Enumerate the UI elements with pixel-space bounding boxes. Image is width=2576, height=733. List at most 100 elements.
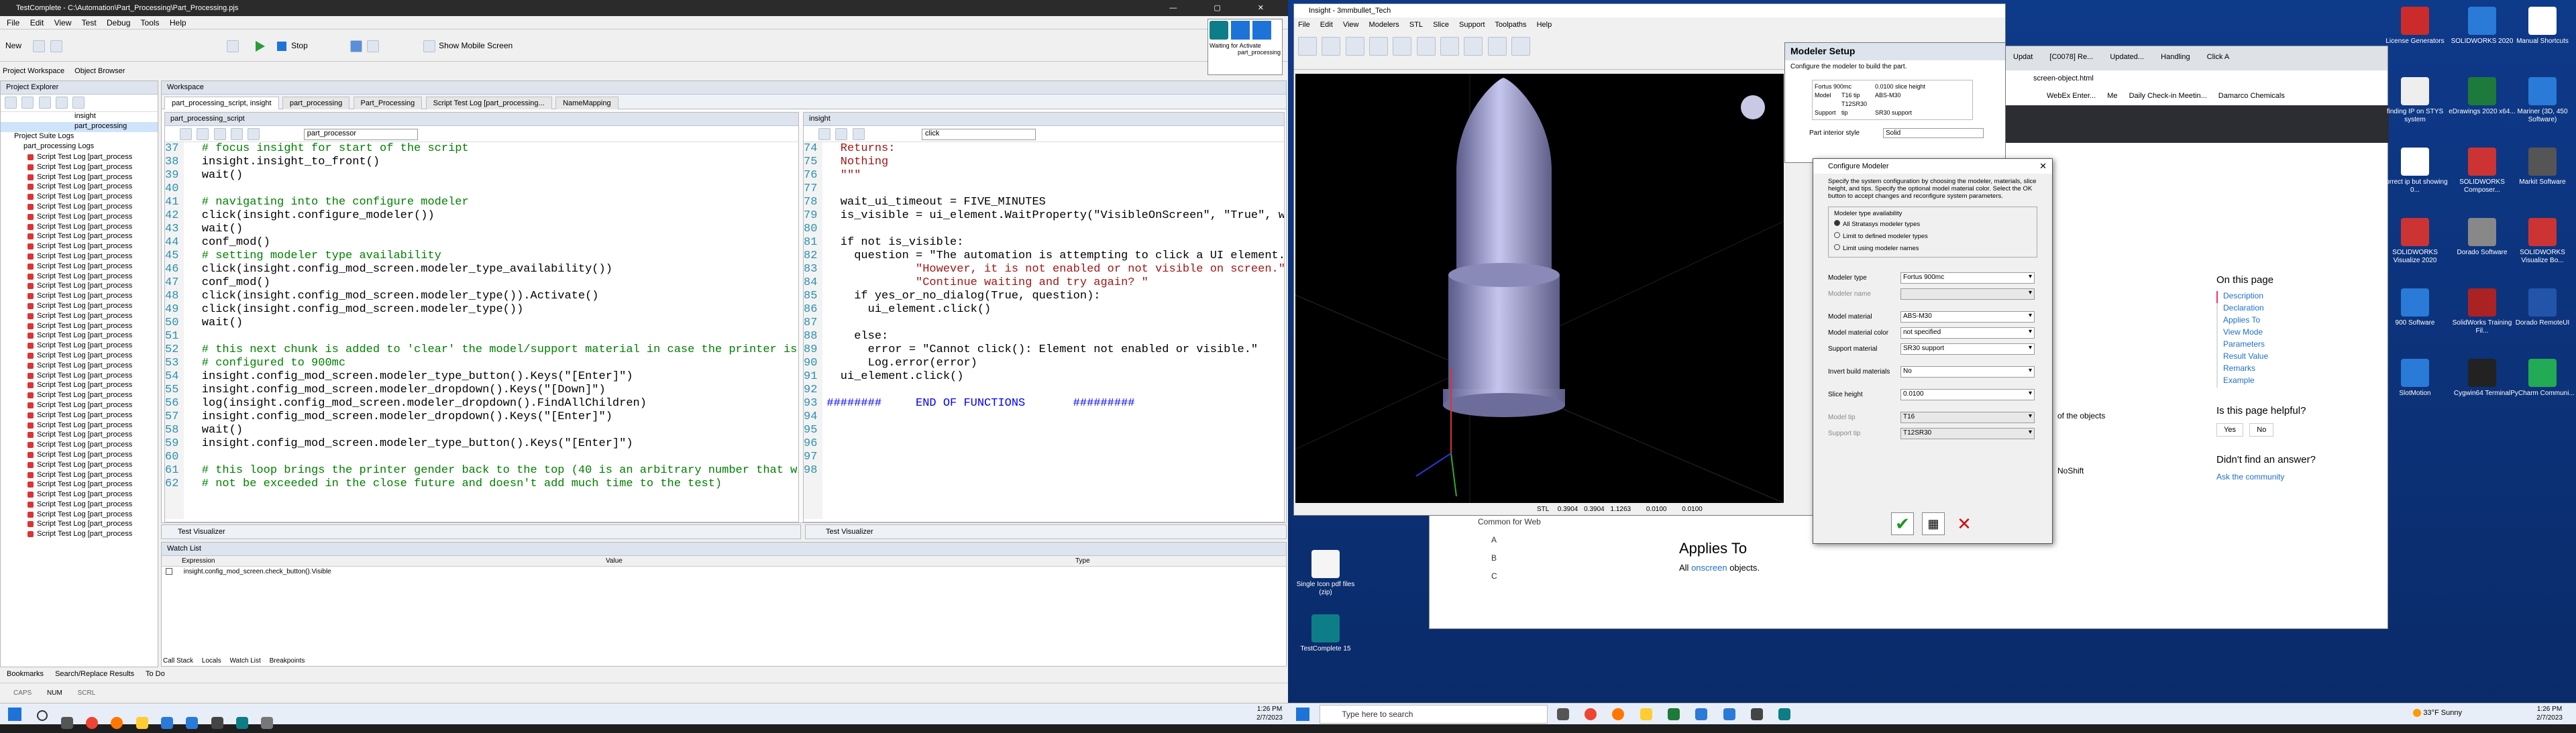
code-line[interactable] (826, 464, 1284, 477)
run-icon[interactable] (256, 40, 266, 52)
log-item[interactable]: Script Test Log [part_process (1, 212, 158, 222)
tab-watch-list[interactable]: Watch List (229, 657, 260, 665)
code-line[interactable]: insight.insight_to_front() (188, 156, 798, 169)
code-line[interactable]: """ (826, 169, 1284, 182)
toc-link[interactable]: Remarks (2216, 363, 2351, 376)
desktop-icon[interactable]: finding IP on STYS system (2381, 77, 2449, 124)
field-dropdown[interactable]: not specified (1900, 327, 2035, 339)
code-line[interactable] (826, 182, 1284, 196)
tool-icon[interactable] (197, 128, 209, 140)
doc-tab[interactable]: part_processing_script, insight (164, 97, 279, 109)
code-line[interactable]: wait() (188, 223, 798, 236)
code-line[interactable]: insight.config_mod_screen.modeler_type_b… (188, 437, 798, 451)
stop-icon[interactable] (1252, 21, 1271, 40)
log-item[interactable]: Script Test Log [part_process (1, 440, 158, 450)
code-line[interactable]: insight.config_mod_screen.modeler_dropdo… (188, 410, 798, 424)
tab-call-stack[interactable]: Call Stack (163, 657, 193, 665)
log-item[interactable]: Script Test Log [part_process (1, 162, 158, 172)
code-line[interactable]: "However, it is not enabled or not visib… (826, 263, 1284, 276)
code-line[interactable]: error = "Cannot click(): Element not ena… (826, 343, 1284, 357)
toc-link[interactable]: Parameters (2216, 339, 2351, 351)
routine-dropdown[interactable]: part_processor (303, 128, 418, 140)
log-item[interactable]: Script Test Log [part_process (1, 400, 158, 410)
code-line[interactable]: click(insight.configure_modeler()) (188, 209, 798, 223)
log-item[interactable]: Script Test Log [part_process (1, 172, 158, 182)
code-line[interactable] (826, 410, 1284, 424)
menu-help[interactable]: Help (170, 18, 186, 27)
log-item[interactable]: Script Test Log [part_process (1, 519, 158, 529)
preview-button[interactable]: ▦ (1922, 512, 1945, 535)
code-line[interactable]: # this loop brings the printer gender ba… (188, 464, 798, 477)
app-icon[interactable] (1723, 708, 1735, 720)
side-nav-item[interactable]: B (1478, 553, 1592, 571)
tool-icon[interactable] (231, 128, 244, 140)
code-line[interactable]: # not be exceeded in the close future an… (188, 477, 798, 491)
browser-tab[interactable]: Updated... (2110, 53, 2144, 61)
tool-icon[interactable] (1416, 37, 1436, 56)
app-icon[interactable] (1778, 708, 1791, 720)
show-mobile-screen-button[interactable]: Show Mobile Screen (439, 41, 513, 50)
desktop-icon[interactable]: 900 Software (2381, 288, 2449, 327)
log-item[interactable]: Script Test Log [part_process (1, 291, 158, 301)
code-line[interactable]: log(insight.config_mod_screen.modeler_dr… (188, 397, 798, 410)
bookmark[interactable]: Daily Check-in Meetin... (2129, 92, 2207, 100)
tree-part-processing[interactable]: part_processing (1, 122, 158, 132)
log-item[interactable]: Script Test Log [part_process (1, 331, 158, 341)
toc-link[interactable]: Declaration (2216, 303, 2351, 315)
tool-icon[interactable] (21, 97, 34, 109)
tool-icon[interactable] (180, 128, 192, 140)
code-line[interactable]: ui_element.click() (826, 370, 1284, 384)
code-line[interactable]: conf_mod() (188, 276, 798, 290)
code-line[interactable]: wait() (188, 424, 798, 437)
menu-debug[interactable]: Debug (107, 18, 130, 27)
radio-limit-names[interactable]: Limit using modeler names (1834, 244, 2031, 256)
col-expression[interactable]: Expression (162, 556, 606, 566)
cancel-button[interactable]: ✕ (1953, 512, 1976, 535)
side-nav-item[interactable]: A (1478, 535, 1592, 553)
log-item[interactable]: Script Test Log [part_process (1, 410, 158, 420)
code-line[interactable] (826, 437, 1284, 451)
code-line[interactable] (826, 317, 1284, 330)
clock-right[interactable]: 1:26 PM 2/7/2023 (2536, 705, 2563, 722)
desktop-icon[interactable]: SOLIDWORKS Visualize 2020 (2381, 218, 2449, 265)
radio-icon[interactable] (1834, 232, 1840, 238)
code-line[interactable]: is_visible = ui_element.WaitProperty("Vi… (826, 209, 1284, 223)
code-line[interactable]: if not is_visible: (826, 236, 1284, 249)
menu-view[interactable]: View (1343, 21, 1359, 29)
code-line[interactable]: insight.config_mod_screen.modeler_type_b… (188, 370, 798, 384)
code-line[interactable] (826, 384, 1284, 397)
log-item[interactable]: Script Test Log [part_process (1, 231, 158, 241)
toc-link[interactable]: Applies To (2216, 315, 2351, 327)
radio-icon[interactable] (1834, 220, 1840, 226)
tab-todo[interactable]: To Do (146, 670, 165, 678)
tool-icon[interactable] (818, 128, 830, 140)
tool-icon[interactable] (1440, 37, 1460, 56)
field-dropdown[interactable]: T16 (1900, 411, 2035, 423)
toc-link[interactable]: View Mode (2216, 327, 2351, 339)
step-icon[interactable] (367, 40, 380, 52)
field-dropdown[interactable] (1900, 288, 2035, 300)
tree-insight[interactable]: insight (1, 112, 158, 122)
code-line[interactable]: Returns: (826, 142, 1284, 156)
radio-all[interactable]: All Stratasys modeler types (1834, 220, 2031, 232)
desktop-icon[interactable]: eDrawings 2020 x64... (2449, 77, 2516, 116)
log-item[interactable]: Script Test Log [part_process (1, 470, 158, 480)
log-item[interactable]: Script Test Log [part_process (1, 480, 158, 490)
tab-search-replace[interactable]: Search/Replace Results (55, 670, 134, 678)
log-item[interactable]: Script Test Log [part_process (1, 262, 158, 272)
code-line[interactable]: wait_ui_timeout = FIVE_MINUTES (826, 196, 1284, 209)
checkbox[interactable] (166, 568, 172, 575)
menu-stl[interactable]: STL (1409, 21, 1423, 29)
desktop-icon[interactable]: TestComplete 15 (1292, 614, 1359, 653)
code-line[interactable]: click(insight.config_mod_screen.modeler_… (188, 263, 798, 276)
code-line[interactable] (826, 223, 1284, 236)
log-item[interactable]: Script Test Log [part_process (1, 450, 158, 460)
code-line[interactable]: # navigating into the configure modeler (188, 196, 798, 209)
menu-edit[interactable]: Edit (30, 18, 44, 27)
firefox-icon[interactable] (111, 716, 123, 729)
vscode-icon[interactable] (161, 716, 174, 729)
watch-row[interactable]: insight.config_mod_screen.check_button()… (162, 567, 1286, 577)
log-item[interactable]: Script Test Log [part_process (1, 241, 158, 251)
log-item[interactable]: Script Test Log [part_process (1, 490, 158, 500)
field-dropdown[interactable]: No (1900, 365, 2035, 378)
